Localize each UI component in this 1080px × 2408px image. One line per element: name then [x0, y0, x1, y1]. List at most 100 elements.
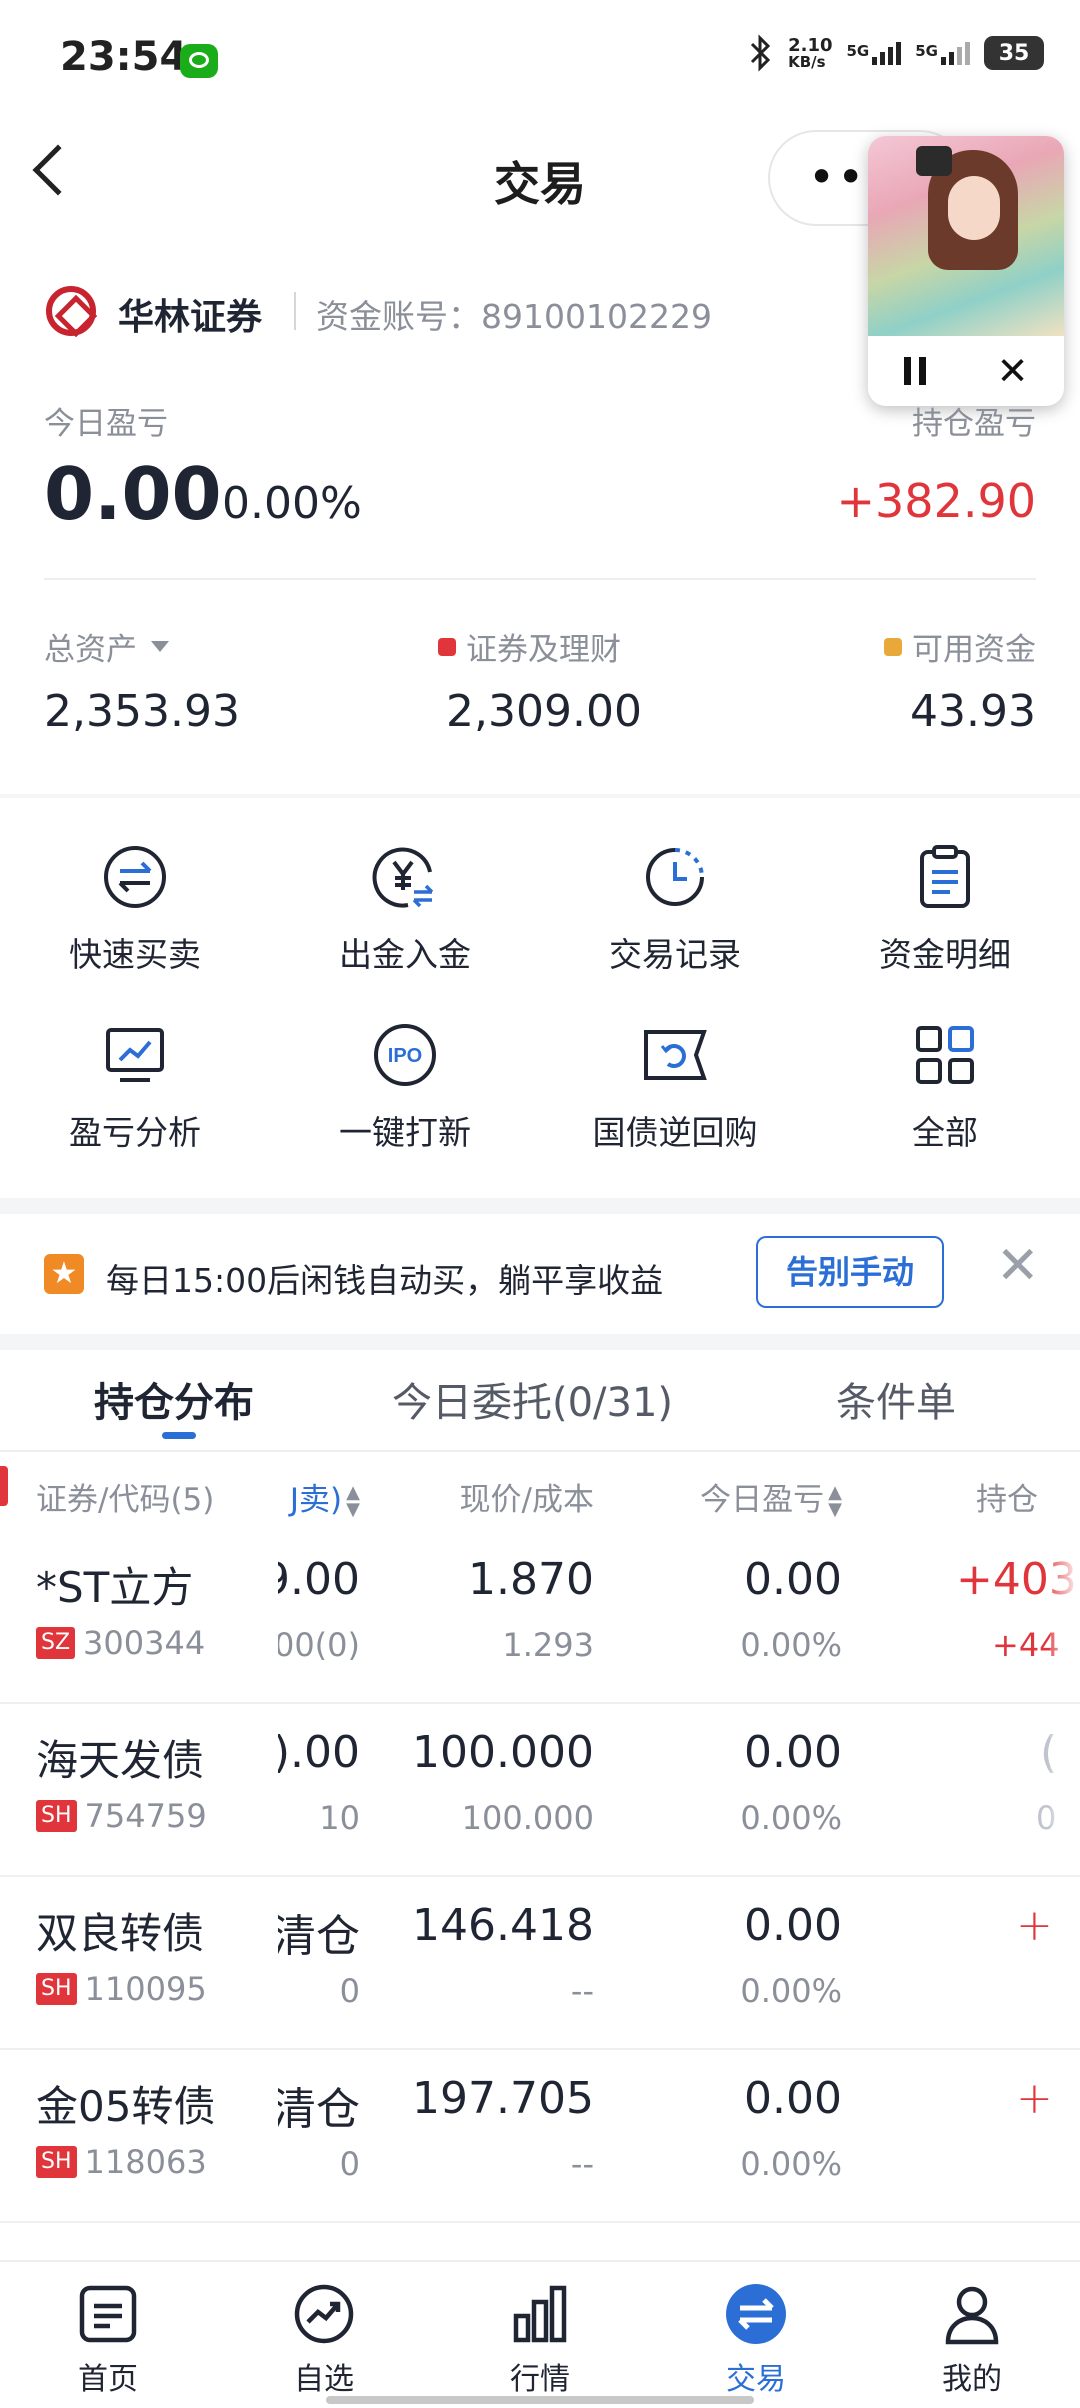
divider	[44, 578, 1036, 580]
code-text: 754759	[84, 1797, 207, 1835]
video-controls: ✕	[868, 336, 1064, 406]
trade-history[interactable]: 交易记录	[540, 842, 810, 976]
promo-text[interactable]: 每日15:00后闲钱自动买，躺平享收益	[106, 1254, 663, 1302]
holding-pnl: +	[1016, 1900, 1053, 1951]
today-pnl-value: 0.00	[44, 452, 222, 536]
active-tab-indicator	[162, 1432, 196, 1439]
divider	[294, 292, 296, 330]
today-pnl: 0.00	[744, 1727, 842, 1778]
tab-positions[interactable]: 持仓分布	[94, 1370, 254, 1428]
securities-label: 证券及理财	[466, 632, 621, 668]
nav-label: 行情	[510, 2362, 570, 2397]
header-today-pnl[interactable]: 今日盈亏 ▲ ▼	[700, 1474, 842, 1519]
holding-pnl-label: 持仓盈亏	[912, 406, 1036, 442]
floating-video-window[interactable]: ✕	[868, 136, 1064, 406]
nav-market[interactable]: 行情	[432, 2262, 648, 2408]
row-fade	[1050, 1878, 1080, 2048]
net-speed: 2.10 KB/s	[788, 34, 833, 71]
table-row[interactable]: 清仓 0 双良转债 SH 110095 146.418 -- 0.00 0.00%…	[0, 1878, 1080, 2050]
market-badge: SH	[36, 2146, 77, 2178]
net-speed-value: 2.10	[788, 34, 833, 56]
securities-label-group: 证券及理财	[438, 624, 621, 669]
all-functions[interactable]: 全部	[810, 1020, 1080, 1154]
quick-action-label: 交易记录	[609, 935, 741, 974]
cost-price: --	[570, 1972, 594, 2010]
user-icon	[945, 2286, 999, 2345]
available-label: 可用资金	[912, 632, 1036, 668]
today-pnl-pct: 0.00%	[740, 1799, 842, 1837]
svg-text:IPO: IPO	[388, 1045, 422, 1067]
promo-button[interactable]: 告别手动	[756, 1236, 944, 1308]
status-indicators: 2.10 KB/s 5G 5G 35	[748, 34, 1044, 72]
total-assets-value: 2,353.93	[44, 686, 240, 737]
tab-conditional-orders[interactable]: 条件单	[836, 1370, 956, 1428]
quick-action-label: 全部	[912, 1113, 978, 1152]
code-text: 110095	[84, 1970, 207, 2008]
sort-icon: ▲ ▼	[346, 1482, 360, 1520]
table-row[interactable]: 清仓 0 金05转债 SH 118063 197.705 -- 0.00 0.00…	[0, 2051, 1080, 2223]
clipboard-icon	[920, 845, 970, 908]
security-code: SZ 300344	[36, 1624, 205, 1662]
nav-trade[interactable]: 交易	[648, 2262, 864, 2408]
pause-icon[interactable]	[903, 357, 926, 385]
today-pnl-pct: 0.00%	[740, 1972, 842, 2010]
fund-details[interactable]: 资金明细	[810, 842, 1080, 976]
sort-icon: ▲ ▼	[828, 1482, 842, 1520]
quick-action-label: 出金入金	[339, 935, 471, 974]
net-speed-unit: KB/s	[788, 52, 826, 71]
tab-today-orders[interactable]: 今日委托(0/31)	[392, 1370, 673, 1428]
table-row[interactable]: 9.00 00(0) *ST立方 SZ 300344 1.870 1.293 0.…	[0, 1532, 1080, 1704]
trend-icon	[294, 2284, 354, 2344]
row-fade	[1050, 1705, 1080, 1875]
security-name: 双良转债	[36, 1909, 205, 1958]
section-divider	[0, 1198, 1080, 1214]
quick-buy-sell[interactable]: 快速买卖	[0, 842, 270, 976]
deposit-withdraw[interactable]: 出金入金	[270, 842, 540, 976]
available-dot	[884, 637, 902, 656]
chart-monitor-icon	[106, 1028, 164, 1082]
status-time: 23:54	[60, 34, 188, 80]
available-value: 43.93	[910, 686, 1036, 737]
today-pnl: 0.00	[744, 2073, 842, 2124]
swap-icon	[104, 846, 166, 908]
reverse-repo[interactable]: 国债逆回购	[540, 1020, 810, 1154]
signal-1: 5G	[846, 41, 902, 65]
header-security-code[interactable]: 证券/代码(5)	[36, 1474, 214, 1519]
code-text: 300344	[83, 1624, 206, 1662]
holding-pnl: +	[1016, 2073, 1053, 2124]
nav-home[interactable]: 首页	[0, 2262, 216, 2408]
row-fade	[1050, 2051, 1080, 2221]
nav-watchlist[interactable]: 自选	[216, 2262, 432, 2408]
nav-label: 我的	[942, 2362, 1002, 2397]
divider	[0, 1450, 1080, 1452]
video-thumbnail[interactable]	[868, 136, 1064, 336]
scroll-marker	[0, 1466, 8, 1506]
clock-icon	[646, 848, 704, 906]
header-sortable-col[interactable]: J卖) ▲ ▼	[290, 1474, 360, 1519]
cell-value: ).00	[272, 1727, 360, 1778]
current-price: 146.418	[412, 1900, 594, 1951]
cell-sub: 0	[339, 2145, 360, 2183]
header-holding-pnl[interactable]: 持仓	[976, 1474, 1038, 1519]
bottom-nav: 首页 自选 行情 交易 我的	[0, 2260, 1080, 2408]
total-assets-toggle[interactable]: 总资产	[44, 624, 169, 669]
market-badge: SH	[36, 1800, 77, 1832]
signal-2: 5G	[915, 41, 970, 65]
signal-1-label: 5G	[846, 41, 870, 60]
cost-price: 1.293	[502, 1626, 594, 1664]
current-price: 197.705	[412, 2073, 594, 2124]
table-row[interactable]: ).00 10 海天发债 SH 754759 100.000 100.000 0.…	[0, 1705, 1080, 1877]
nav-profile[interactable]: 我的	[864, 2262, 1080, 2408]
broker-name: 华林证券	[118, 297, 263, 338]
battery-indicator: 35	[984, 36, 1044, 70]
available-label-group: 可用资金	[884, 624, 1036, 669]
yuan-transfer-icon	[372, 847, 434, 908]
close-icon[interactable]: ✕	[997, 349, 1029, 393]
security-code: SH 754759	[36, 1797, 207, 1835]
close-icon[interactable]: ✕	[996, 1240, 1040, 1292]
market-badge: SH	[36, 1973, 77, 2005]
bluetooth-icon	[751, 34, 771, 72]
pnl-analysis[interactable]: 盈亏分析	[0, 1020, 270, 1154]
home-indicator	[326, 2396, 754, 2404]
ipo-subscribe[interactable]: IPO 一键打新	[270, 1020, 540, 1154]
